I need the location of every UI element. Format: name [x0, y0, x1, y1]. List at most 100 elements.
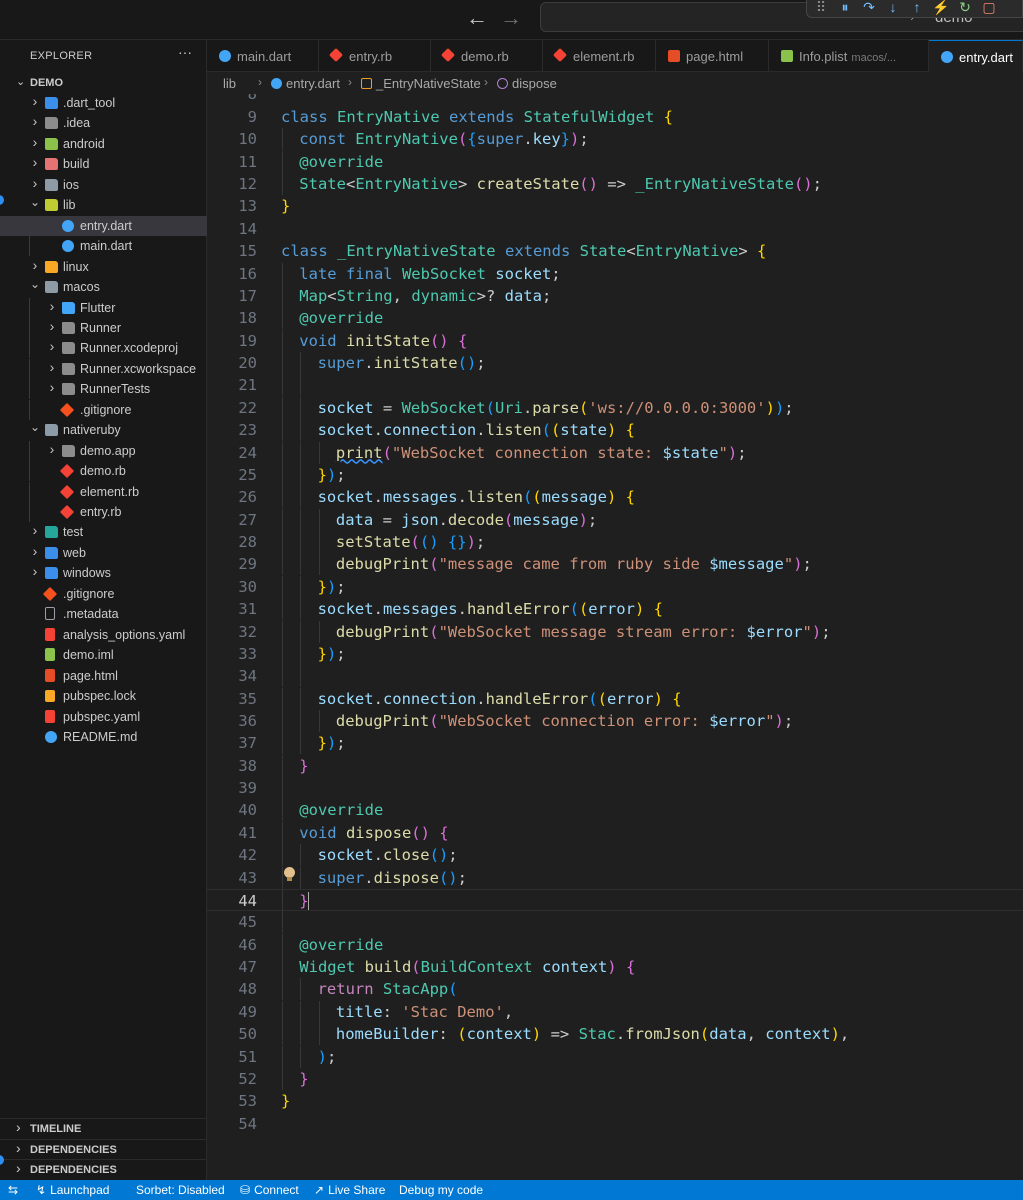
code-token: super: [317, 354, 365, 373]
tree-item-label: Runner.xcworkspace: [80, 361, 197, 376]
code-token: =: [382, 398, 402, 417]
status-bar: ⇆ ↯ Launchpad Sorbet: Disabled ⛁ Connect ↗ Live…: [0, 1180, 1023, 1200]
code-text: class EntryNative extends StatefulWidget…: [281, 106, 673, 128]
code-token: "WebSocket connection error:: [438, 711, 710, 730]
folder-item[interactable]: › ios: [0, 175, 207, 195]
folder-item[interactable]: › Runner.xcodeproj: [0, 338, 207, 359]
breadcrumb-item[interactable]: entry.dart: [271, 76, 340, 91]
code-line: 40 @override: [207, 799, 1023, 822]
file-item[interactable]: .gitignore: [0, 399, 207, 420]
panel-section-timeline[interactable]: › TIMELINE: [0, 1118, 207, 1138]
code-editor[interactable]: 8 9 class EntryNative extends StatefulWid…: [207, 94, 1023, 1180]
workspace-root-label: DEMO: [30, 77, 63, 89]
code-line: 19 void initState() {: [207, 329, 1023, 352]
workspace-root-folder[interactable]: ⌄ DEMO: [0, 74, 207, 94]
folder-item[interactable]: ⌄ nativeruby: [0, 420, 207, 440]
more-actions-icon[interactable]: ···: [178, 44, 192, 60]
file-item[interactable]: pubspec.yaml: [0, 707, 207, 727]
restart-icon[interactable]: ↻: [955, 0, 975, 16]
line-number: 29: [238, 555, 257, 574]
tab-demo-rb[interactable]: demo.rb: [431, 40, 543, 72]
file-item[interactable]: element.rb: [0, 481, 207, 502]
folder-item[interactable]: › windows: [0, 563, 207, 583]
indent-guide: [29, 236, 30, 257]
file-item[interactable]: main.dart: [0, 236, 207, 257]
file-item[interactable]: analysis_options.yaml: [0, 625, 207, 645]
file-item[interactable]: demo.iml: [0, 645, 207, 665]
tab-element-rb[interactable]: element.rb: [543, 40, 656, 72]
file-item[interactable]: .gitignore: [0, 584, 207, 604]
status-item-launchpad[interactable]: ↯ Launchpad: [36, 1183, 109, 1197]
folder-item[interactable]: ⌄ macos: [0, 277, 207, 297]
breadcrumb-item[interactable]: dispose: [497, 76, 557, 91]
status-item-debug-my-code[interactable]: Debug my code: [399, 1183, 483, 1197]
code-token: Widget: [299, 958, 365, 977]
step-into-icon[interactable]: ↓: [883, 0, 903, 16]
file-item[interactable]: entry.rb: [0, 502, 207, 522]
panel-section-dependencies[interactable]: › DEPENDENCIES: [0, 1139, 207, 1159]
chevron-right-icon: ›: [16, 1140, 21, 1156]
code-token: debugPrint: [335, 711, 430, 730]
tab-page-html[interactable]: page.html: [656, 40, 769, 72]
code-token: extends: [448, 108, 524, 126]
folder-item[interactable]: › build: [0, 154, 207, 174]
status-item-sorbet-disabled[interactable]: Sorbet: Disabled: [136, 1183, 225, 1197]
code-token: ): [727, 443, 738, 462]
tab-entry-dart[interactable]: entry.dart: [929, 40, 1023, 72]
remote-icon: ⇆: [8, 1183, 19, 1197]
folder-item[interactable]: › Flutter: [0, 297, 207, 318]
folder-item[interactable]: ⌄ lib: [0, 195, 207, 215]
status-item-remote-icon[interactable]: ⇆: [8, 1183, 22, 1197]
pause-icon[interactable]: ⏸: [835, 0, 855, 16]
code-token: Map: [299, 286, 328, 305]
code-token: data: [335, 510, 383, 529]
status-item-connect[interactable]: ⛁ Connect: [240, 1183, 299, 1197]
tab-main-dart[interactable]: main.dart: [207, 40, 319, 72]
code-line: 24 print("WebSocket connection state: $st…: [207, 441, 1023, 464]
hot-reload-icon[interactable]: ⚡: [931, 0, 951, 16]
line-number: 12: [238, 175, 257, 194]
folder-item[interactable]: › Runner: [0, 317, 207, 338]
folder-icon: [45, 137, 58, 150]
file-item[interactable]: README.md: [0, 727, 207, 747]
code-token: ;: [326, 1047, 337, 1066]
file-item[interactable]: pubspec.lock: [0, 686, 207, 706]
folder-item[interactable]: › .idea: [0, 113, 207, 133]
step-over-icon[interactable]: ↷: [859, 0, 879, 16]
git-file-icon: [42, 586, 58, 601]
panel-section-dependencies[interactable]: › DEPENDENCIES: [0, 1159, 207, 1179]
step-out-icon[interactable]: ↑: [907, 0, 927, 16]
file-item[interactable]: entry.dart: [0, 215, 207, 236]
tab-description: macos/...: [851, 52, 897, 64]
title-bar: ← → ⌕ demo ⠿⏸↷↓↑⚡↻▢: [0, 0, 1023, 40]
code-token: ;: [802, 555, 812, 574]
lightbulb-icon[interactable]: [284, 867, 296, 881]
indent-guide: [318, 709, 320, 732]
breadcrumb-item[interactable]: _EntryNativeState: [361, 76, 481, 91]
tab-entry-rb[interactable]: entry.rb: [319, 40, 431, 72]
folder-item[interactable]: › Runner.xcworkspace: [0, 358, 207, 379]
code-text: debugPrint("WebSocket connection error: …: [336, 710, 793, 732]
folder-item[interactable]: › linux: [0, 257, 207, 277]
forward-arrow-icon[interactable]: →: [498, 6, 524, 30]
folder-item[interactable]: › demo.app: [0, 440, 207, 461]
tab-info-plist[interactable]: Info.plist macos/...: [769, 40, 929, 72]
status-item-live-share[interactable]: ↗ Live Share: [314, 1183, 385, 1197]
breadcrumb-item[interactable]: lib: [223, 76, 236, 91]
code-line: 37});: [207, 732, 1023, 755]
code-token: messages: [382, 488, 458, 507]
folder-item[interactable]: › test: [0, 522, 207, 542]
file-item[interactable]: demo.rb: [0, 461, 207, 482]
code-token: build: [364, 958, 412, 977]
file-item[interactable]: .metadata: [0, 604, 207, 624]
folder-item[interactable]: › android: [0, 134, 207, 154]
back-arrow-icon[interactable]: ←: [464, 6, 490, 30]
code-line: 21: [207, 374, 1023, 397]
stop-icon[interactable]: ▢: [979, 0, 999, 16]
code-token: (: [411, 958, 421, 977]
folder-item[interactable]: › .dart_tool: [0, 93, 207, 113]
folder-item[interactable]: › web: [0, 543, 207, 563]
dart-file-icon: [62, 219, 74, 232]
file-item[interactable]: page.html: [0, 666, 207, 686]
folder-item[interactable]: › RunnerTests: [0, 379, 207, 400]
